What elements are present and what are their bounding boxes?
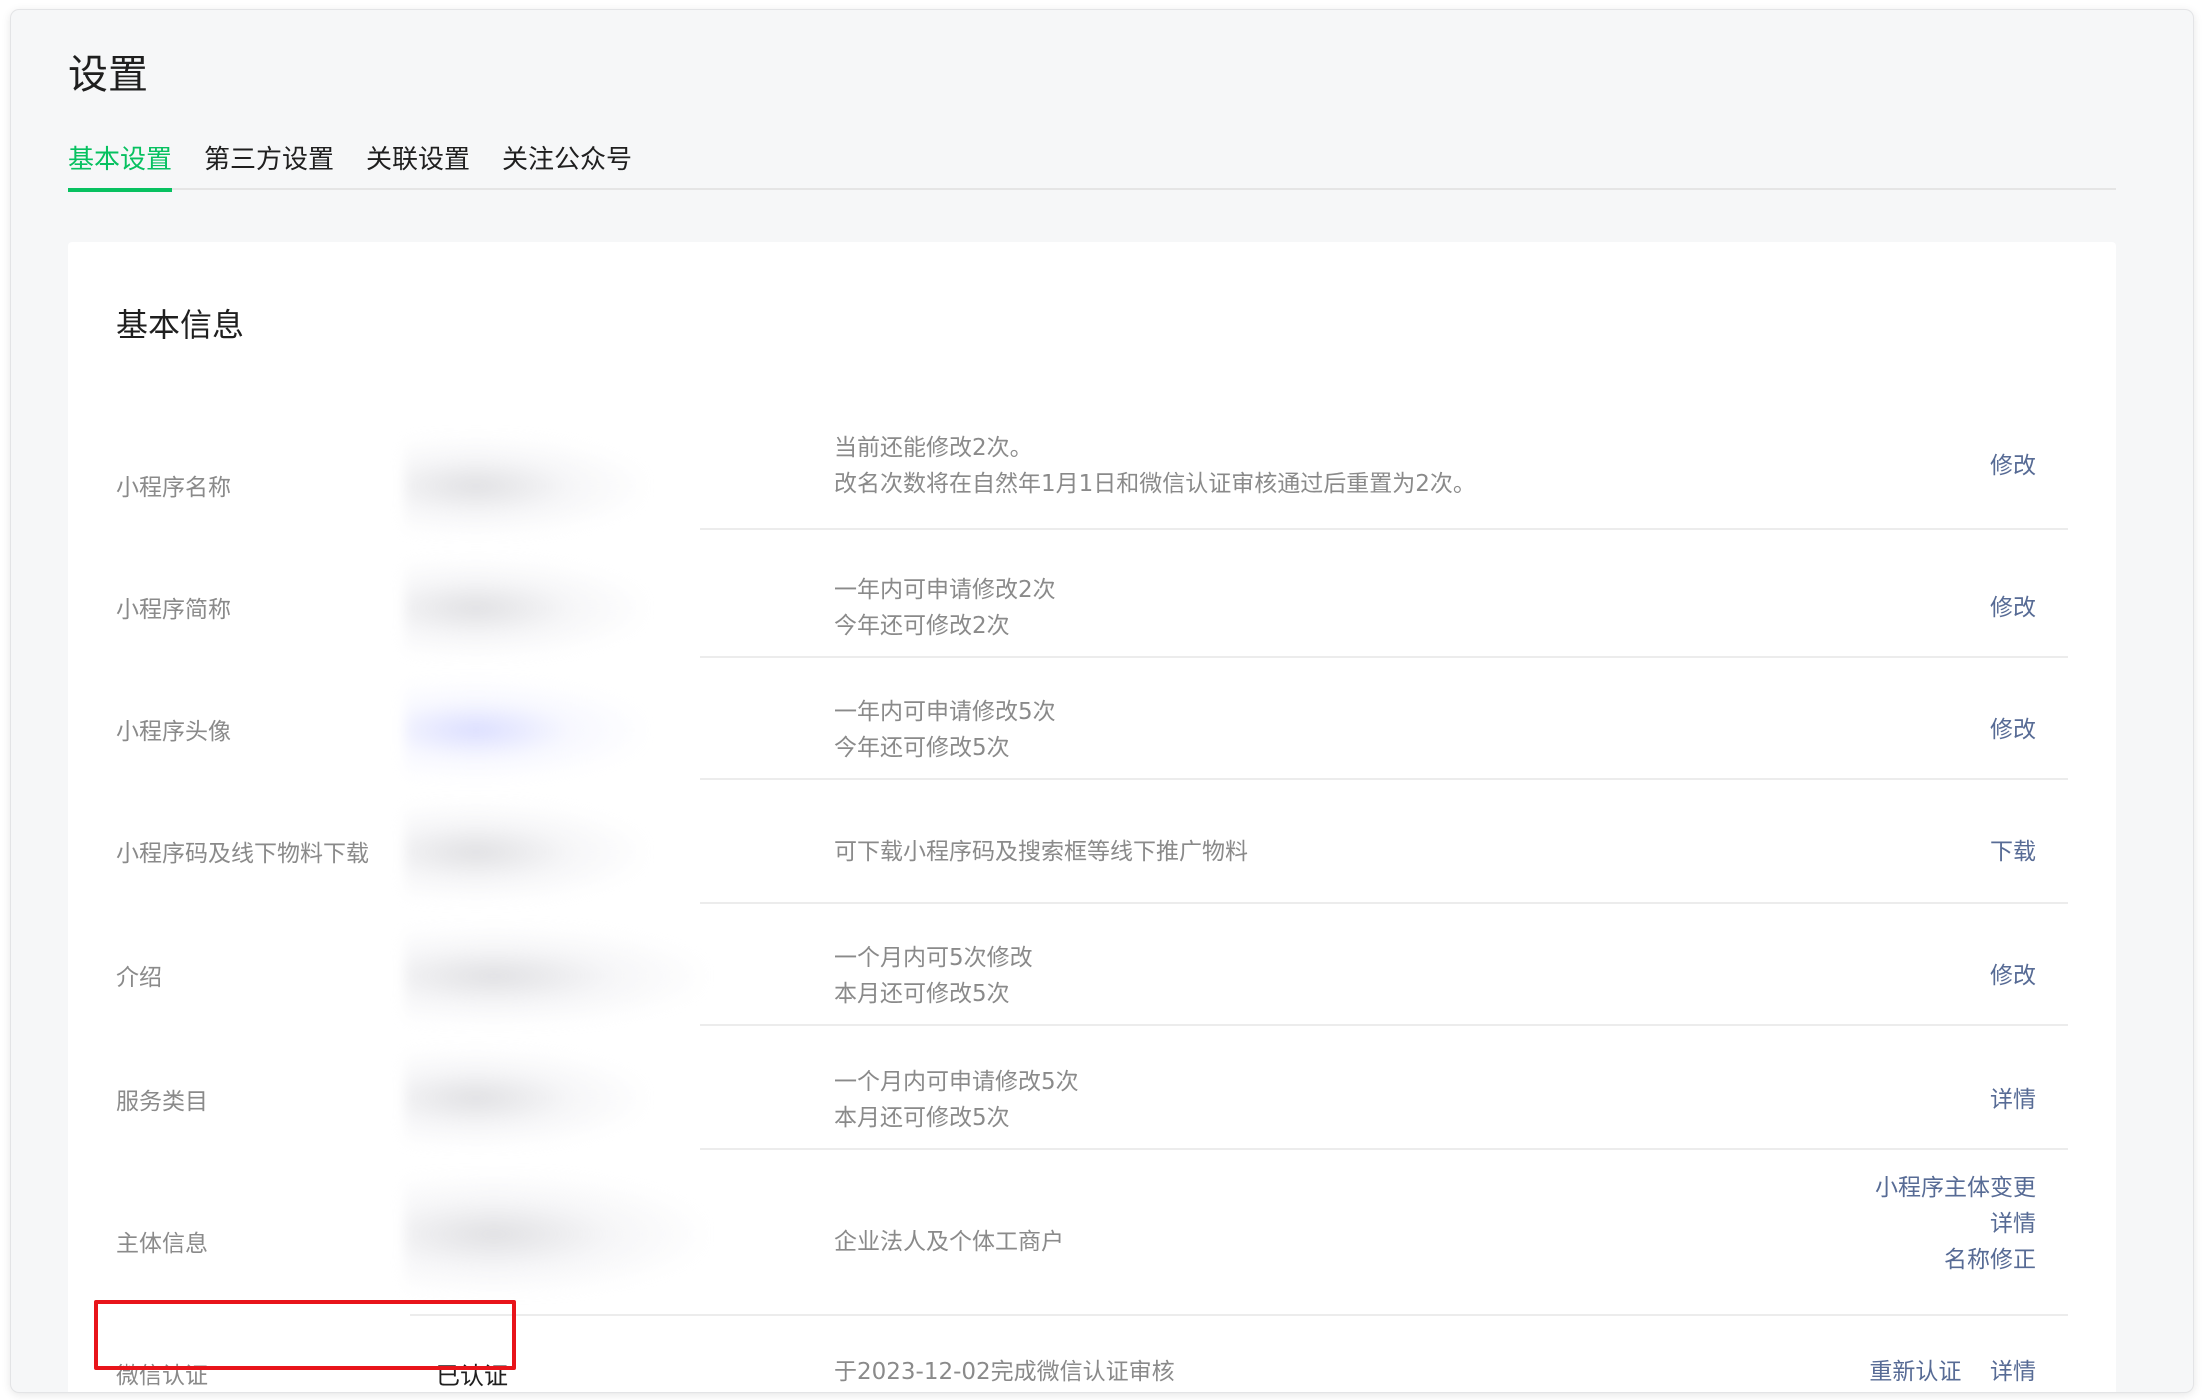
blurred-value <box>404 558 644 658</box>
download-link[interactable]: 下载 <box>1990 839 2036 865</box>
row-divider <box>700 1148 2068 1150</box>
row-divider <box>700 1024 2068 1026</box>
row-mini-program-avatar: 小程序头像 一年内可申请修改5次 今年还可修改5次 修改 <box>68 666 2116 790</box>
row-actions: 修改 <box>1990 590 2036 626</box>
row-actions: 修改 <box>1990 958 2036 994</box>
row-mini-program-short-name: 小程序简称 一年内可申请修改2次 今年还可修改2次 修改 <box>68 544 2116 668</box>
highlight-annotation-box <box>94 1300 516 1370</box>
verification-details-link[interactable]: 详情 <box>1990 1359 2036 1385</box>
row-label: 介绍 <box>116 965 162 991</box>
basic-info-card: 基本信息 小程序名称 当前还能修改2次。 改名次数将在自然年1月1日和微信认证审… <box>68 242 2116 1392</box>
row-actions: 小程序主体变更 详情 名称修正 <box>1875 1170 2036 1278</box>
modify-avatar-link[interactable]: 修改 <box>1990 717 2036 743</box>
page-title: 设置 <box>68 52 148 98</box>
tab-association-settings[interactable]: 关联设置 <box>366 138 470 190</box>
blurred-value <box>404 436 644 536</box>
row-mini-program-name: 小程序名称 当前还能修改2次。 改名次数将在自然年1月1日和微信认证审核通过后重… <box>68 422 2116 552</box>
tab-basic-settings[interactable]: 基本设置 <box>68 138 173 192</box>
row-mini-program-code-download: 小程序码及线下物料下载 可下载小程序码及搜索框等线下推广物料 下载 <box>68 788 2116 912</box>
row-description: 当前还能修改2次。 改名次数将在自然年1月1日和微信认证审核通过后重置为2次。 <box>834 435 1476 497</box>
row-description: 一个月内可申请修改5次 本月还可修改5次 <box>834 1069 1079 1131</box>
row-actions: 重新认证 详情 <box>1869 1354 2036 1390</box>
row-entity-info: 主体信息 企业法人及个体工商户 小程序主体变更 详情 名称修正 <box>68 1158 2116 1318</box>
tab-follow-official-account[interactable]: 关注公众号 <box>502 138 632 190</box>
row-label: 主体信息 <box>116 1231 208 1257</box>
row-description: 可下载小程序码及搜索框等线下推广物料 <box>834 839 1248 865</box>
row-label: 小程序码及线下物料下载 <box>116 841 369 867</box>
row-label: 小程序名称 <box>116 475 231 501</box>
entity-change-link[interactable]: 小程序主体变更 <box>1875 1175 2036 1201</box>
row-introduction: 介绍 一个月内可5次修改 本月还可修改5次 修改 <box>68 912 2116 1036</box>
settings-tabs: 基本设置 第三方设置 关联设置 关注公众号 <box>68 138 2116 192</box>
row-actions: 下载 <box>1990 834 2036 870</box>
tab-third-party-settings[interactable]: 第三方设置 <box>204 138 334 190</box>
row-label: 小程序头像 <box>116 719 231 745</box>
blurred-avatar <box>404 680 644 780</box>
row-description: 于2023-12-02完成微信认证审核 <box>834 1359 1175 1385</box>
blurred-qr-code <box>404 802 644 902</box>
service-category-details-link[interactable]: 详情 <box>1990 1087 2036 1113</box>
re-verify-link[interactable]: 重新认证 <box>1869 1359 1961 1385</box>
name-correction-link[interactable]: 名称修正 <box>1944 1247 2036 1273</box>
section-title: 基本信息 <box>116 306 245 344</box>
entity-details-link[interactable]: 详情 <box>1990 1211 2036 1237</box>
row-divider <box>700 528 2068 530</box>
row-divider <box>700 656 2068 658</box>
row-description: 一年内可申请修改5次 今年还可修改5次 <box>834 699 1056 761</box>
row-divider <box>700 902 2068 904</box>
row-description: 一年内可申请修改2次 今年还可修改2次 <box>834 577 1056 639</box>
modify-name-link[interactable]: 修改 <box>1990 453 2036 479</box>
row-description: 企业法人及个体工商户 <box>834 1229 1064 1255</box>
blurred-value <box>404 926 704 1026</box>
row-description: 一个月内可5次修改 本月还可修改5次 <box>834 945 1033 1007</box>
settings-window: 设置 基本设置 第三方设置 关联设置 关注公众号 基本信息 小程序名称 当前还能… <box>11 10 2193 1392</box>
blurred-value <box>404 1174 704 1294</box>
row-actions: 修改 <box>1990 448 2036 484</box>
row-divider <box>700 778 2068 780</box>
row-service-category: 服务类目 一个月内可申请修改5次 本月还可修改5次 详情 <box>68 1034 2116 1158</box>
modify-short-name-link[interactable]: 修改 <box>1990 595 2036 621</box>
row-label: 服务类目 <box>116 1089 208 1115</box>
modify-intro-link[interactable]: 修改 <box>1990 963 2036 989</box>
blurred-value <box>404 1048 644 1148</box>
row-actions: 详情 <box>1990 1082 2036 1118</box>
row-actions: 修改 <box>1990 712 2036 748</box>
row-label: 小程序简称 <box>116 597 231 623</box>
